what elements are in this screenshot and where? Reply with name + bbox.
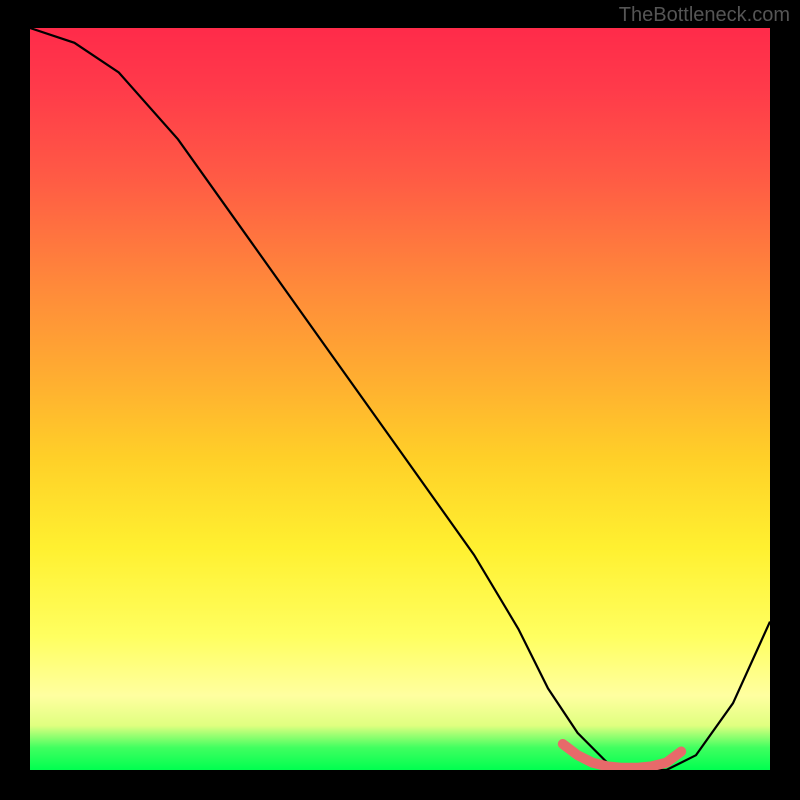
chart-plot-area xyxy=(30,28,770,770)
bottleneck-curve-line xyxy=(30,28,770,770)
chart-svg xyxy=(30,28,770,770)
watermark-text: TheBottleneck.com xyxy=(619,4,790,27)
optimal-range-marker xyxy=(563,744,681,768)
